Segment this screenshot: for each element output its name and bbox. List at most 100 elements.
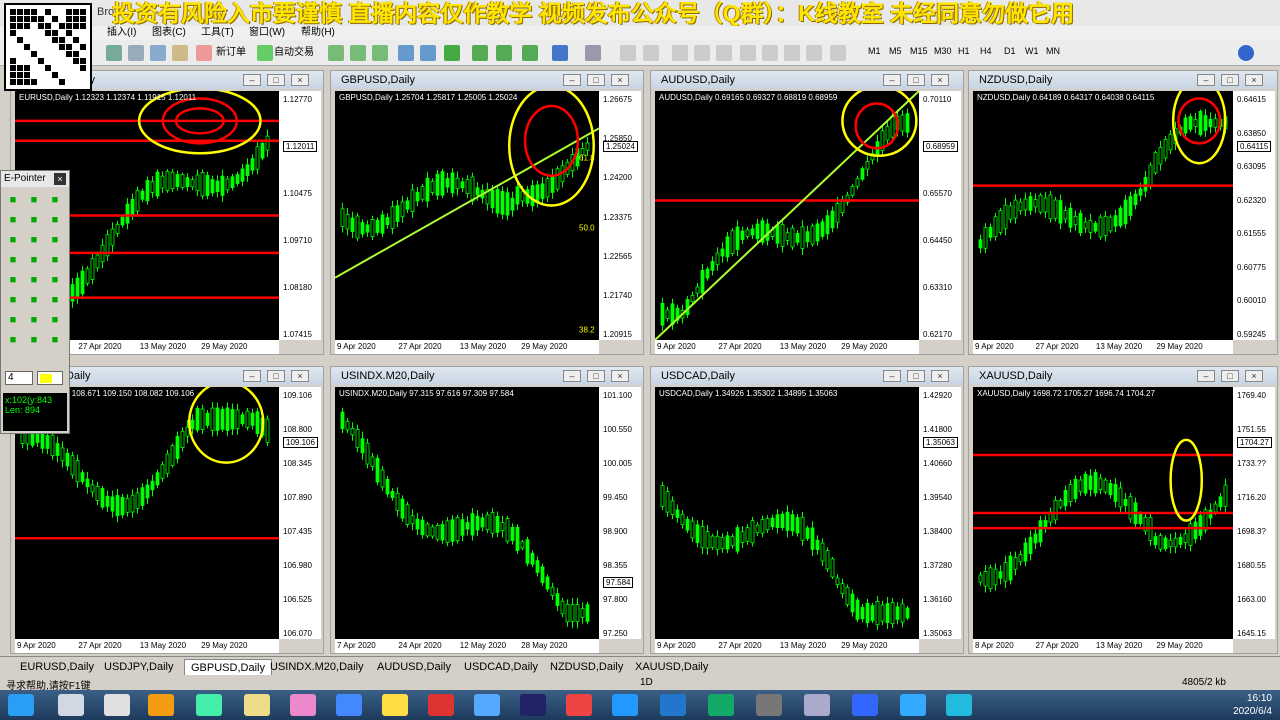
pointer-icon[interactable]: ■ — [27, 333, 41, 347]
rect-icon[interactable]: ■ — [6, 273, 20, 287]
line-width-select[interactable]: 4 — [5, 371, 33, 385]
price-plot[interactable]: XAUUSD,Daily 1698.72 1705.27 1696.74 170… — [973, 387, 1233, 639]
tab-nzdusd-daily[interactable]: NZDUSD,Daily — [550, 659, 623, 675]
time-axis[interactable]: 9 Apr 2020 27 Apr 2020 13 May 2020 29 May 2… — [15, 639, 279, 653]
close-icon[interactable]: × — [611, 74, 629, 86]
filled-rect-icon[interactable]: ■ — [48, 273, 62, 287]
network-icon[interactable] — [196, 694, 222, 716]
tab-gbpusd-daily[interactable]: GBPUSD,Daily — [184, 659, 272, 675]
chart-titlebar[interactable]: NZDUSD,Daily – □ × — [969, 71, 1277, 89]
close-icon[interactable]: × — [611, 370, 629, 382]
diag-line-icon[interactable]: ■ — [27, 253, 41, 267]
window-icon[interactable] — [150, 45, 166, 61]
price-plot[interactable]: 61.8 50.0 38.2 GBPUSD,Daily 1.25704 1.25817… — [335, 91, 599, 340]
close-icon[interactable]: × — [1245, 370, 1263, 382]
timeframe-h4[interactable]: H4 — [980, 46, 992, 56]
start-button[interactable] — [8, 694, 34, 716]
computer-icon[interactable] — [58, 694, 84, 716]
time-axis[interactable]: 9 Apr 2020 27 Apr 2020 13 May 2020 29 May 2… — [655, 340, 919, 354]
new-order-icon[interactable] — [196, 45, 212, 61]
chart-window[interactable]: GBPUSD,Daily – □ × 61.8 50.0 38.2 GBPUSD,Daily … — [330, 70, 644, 355]
timeframe-mn[interactable]: MN — [1046, 46, 1060, 56]
pdf-icon[interactable] — [566, 694, 592, 716]
price-plot[interactable]: AUDUSD,Daily 0.69165 0.69327 0.68819 0.6… — [655, 91, 919, 340]
undo-icon[interactable]: ■ — [6, 313, 20, 327]
chart-titlebar[interactable]: XAUUSD,Daily – □ × — [969, 367, 1277, 385]
save-icon[interactable]: ■ — [27, 193, 41, 207]
timeframe-m1[interactable]: M1 — [868, 46, 881, 56]
maximize-icon[interactable]: □ — [587, 370, 605, 382]
close-icon[interactable]: × — [291, 370, 309, 382]
close-icon[interactable]: × — [54, 173, 66, 185]
chart-window[interactable]: AUDUSD,Daily – □ × AUDUSD,Daily 0.69165 0.69… — [650, 70, 964, 355]
maximize-icon[interactable]: □ — [907, 74, 925, 86]
fibo-icon[interactable] — [762, 45, 778, 61]
cursor-icon[interactable] — [620, 45, 636, 61]
pen-icon[interactable] — [290, 694, 316, 716]
recorder-icon[interactable] — [900, 694, 926, 716]
filled-ellipse-icon[interactable]: ■ — [6, 293, 20, 307]
price-axis[interactable]: 0.64615 0.63850 0.63095 0.62320 0.61555 0.607… — [1233, 91, 1275, 340]
fill-icon[interactable]: ■ — [48, 233, 62, 247]
minimize-icon[interactable]: – — [883, 74, 901, 86]
app-a-icon[interactable] — [612, 694, 638, 716]
price-axis[interactable]: 101.100 100.550 100.005 99.450 98.900 98.355 9… — [599, 387, 641, 639]
close-icon[interactable]: × — [931, 370, 949, 382]
vline-icon[interactable] — [672, 45, 688, 61]
timeframe-h1[interactable]: H1 — [958, 46, 970, 56]
remote-icon[interactable] — [104, 694, 130, 716]
color-picker[interactable] — [37, 371, 63, 385]
minimize-icon[interactable]: – — [243, 74, 261, 86]
bar-chart-icon[interactable] — [328, 45, 344, 61]
open-icon[interactable]: ■ — [6, 193, 20, 207]
tab-usdcad-daily[interactable]: USDCAD,Daily — [464, 659, 538, 675]
price-axis[interactable]: 1.42920 1.41800 1.40660 1.39540 1.38400 1.372… — [919, 387, 961, 639]
bulb-icon[interactable]: ■ — [48, 333, 62, 347]
time-axis[interactable]: 9 Apr 2020 27 Apr 2020 13 May 2020 29 May 2… — [335, 340, 599, 354]
templates-icon[interactable] — [585, 45, 601, 61]
menu-tools[interactable]: 工具(T) — [201, 26, 234, 40]
time-axis[interactable]: 9 Apr 2020 27 Apr 2020 13 May 2020 29 May 2… — [973, 340, 1233, 354]
price-axis[interactable]: 1769.40 1751.55 1733.?? 1716.20 1698.3? 1680.… — [1233, 387, 1275, 639]
tab-xauusd-daily[interactable]: XAUUSD,Daily — [635, 659, 708, 675]
price-axis[interactable]: 0.701100.678300.655700.644500.633100.621… — [919, 91, 961, 340]
eraser-icon[interactable]: ■ — [27, 313, 41, 327]
copy-icon[interactable]: ■ — [6, 213, 20, 227]
timeframe-m15[interactable]: M15 — [910, 46, 928, 56]
candle-chart-icon[interactable] — [350, 45, 366, 61]
time-axis[interactable]: 7 Apr 2020 24 Apr 2020 12 May 2020 28 May 2… — [335, 639, 599, 653]
minimize-icon[interactable]: – — [1197, 74, 1215, 86]
minimize-icon[interactable]: – — [883, 370, 901, 382]
zoom-in-icon[interactable] — [398, 45, 414, 61]
maximize-icon[interactable]: □ — [1221, 74, 1239, 86]
line-icon[interactable]: ■ — [6, 253, 20, 267]
text-a-icon[interactable]: ■ — [27, 293, 41, 307]
trendline[interactable] — [335, 127, 599, 279]
minimize-icon[interactable]: – — [563, 74, 581, 86]
minimize-icon[interactable]: – — [243, 370, 261, 382]
maximize-icon[interactable]: □ — [1221, 370, 1239, 382]
maximize-icon[interactable]: □ — [267, 370, 285, 382]
tab-eurusd-daily[interactable]: EURUSD,Daily — [20, 659, 94, 675]
chart-shift-icon[interactable] — [496, 45, 512, 61]
minimize-icon[interactable]: – — [1197, 370, 1215, 382]
auto-trade-icon[interactable] — [257, 45, 273, 61]
close-icon[interactable]: × — [931, 74, 949, 86]
hline-icon[interactable] — [694, 45, 710, 61]
chart-titlebar[interactable]: USINDX.M20,Daily – □ × — [331, 367, 643, 385]
dropper-icon[interactable]: ■ — [27, 233, 41, 247]
crosshair-icon[interactable] — [106, 45, 122, 61]
capture-icon[interactable] — [946, 694, 972, 716]
arrows-icon[interactable] — [830, 45, 846, 61]
browser-icon[interactable] — [474, 694, 500, 716]
channel-icon[interactable] — [740, 45, 756, 61]
menu-window[interactable]: 窗口(W) — [249, 26, 285, 40]
price-plot[interactable]: NZDUSD,Daily 0.64189 0.64317 0.64038 0.6… — [973, 91, 1233, 340]
autoscroll-icon[interactable] — [472, 45, 488, 61]
arrow-line-icon[interactable]: ■ — [48, 253, 62, 267]
time-axis[interactable]: 9 Apr 2020 27 Apr 2020 13 May 2020 29 May 2… — [655, 639, 919, 653]
chart-window[interactable]: USDCAD,Daily – □ × USDCAD,Daily 1.34926 1.35… — [650, 366, 964, 654]
chart-window[interactable]: XAUUSD,Daily – □ × XAUUSD,Daily 1698.72 1705… — [968, 366, 1278, 654]
image-icon[interactable]: ■ — [48, 193, 62, 207]
maximize-icon[interactable]: □ — [587, 74, 605, 86]
